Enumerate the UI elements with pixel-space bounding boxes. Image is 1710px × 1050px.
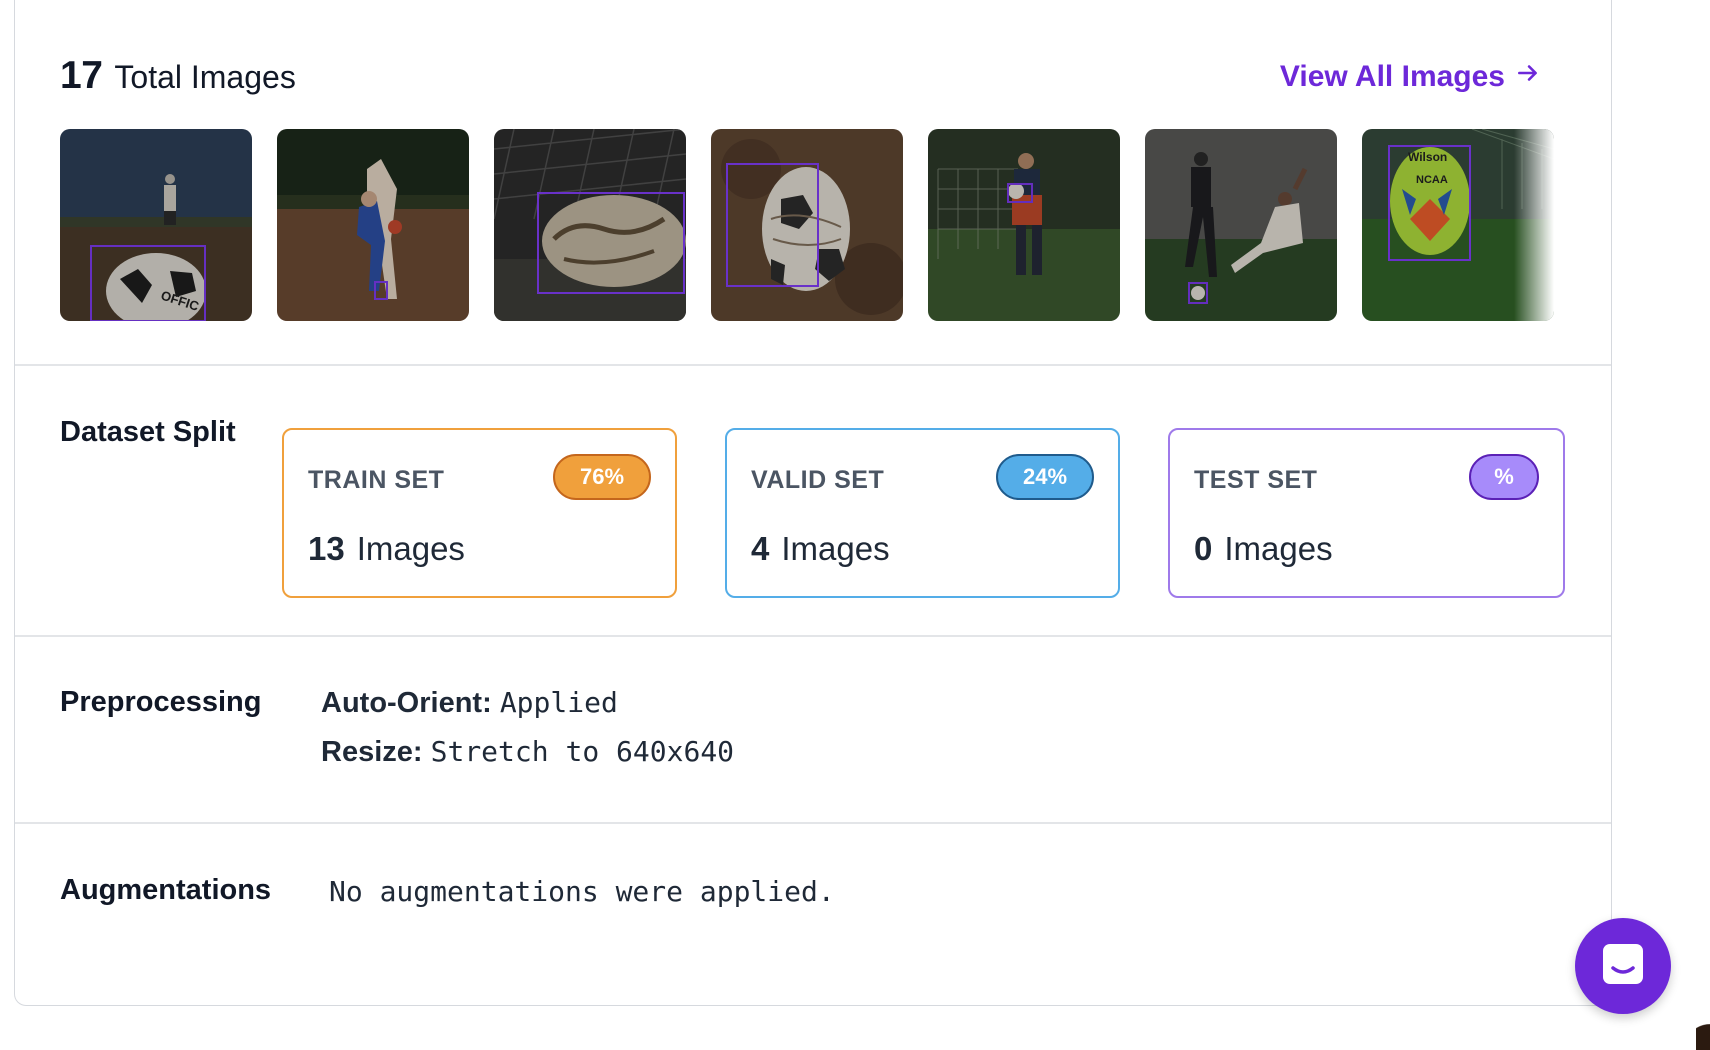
preprocessing-key: Resize:: [321, 736, 423, 768]
valid-set-name: VALID SET: [751, 466, 885, 494]
valid-set-card: VALID SET 24% 4 Images: [725, 428, 1120, 598]
preprocessing-item: Auto-Orient: Applied: [321, 686, 618, 720]
test-set-count-value: 0: [1194, 530, 1213, 567]
augmentations-label: Augmentations: [60, 874, 272, 906]
image-thumbnail-strip: OFFIC: [60, 129, 1554, 321]
train-set-card: TRAIN SET 76% 13 Images: [282, 428, 677, 598]
dataset-version-card: 17 Total Images View All Images OFFIC: [14, 0, 1612, 1006]
valid-set-count-unit: Images: [781, 530, 890, 567]
preprocessing-value: Stretch to 640x640: [430, 735, 735, 768]
thumbnail-image[interactable]: [711, 129, 903, 321]
thumbnail-fade: [1514, 129, 1554, 321]
view-all-images-label: View All Images: [1279, 60, 1505, 93]
thumbnail-image[interactable]: OFFIC: [60, 129, 252, 321]
thumbnail-image[interactable]: [928, 129, 1120, 321]
total-images-count: 17: [60, 54, 103, 97]
valid-set-percent: 24%: [1022, 464, 1068, 489]
total-images-label: Total Images: [114, 59, 296, 95]
test-set-card: TEST SET % 0 Images: [1168, 428, 1565, 598]
train-set-percent-badge: 76%: [553, 454, 651, 500]
preprocessing-value: Applied: [499, 686, 618, 719]
valid-set-count-value: 4: [751, 530, 770, 567]
train-set-name: TRAIN SET: [308, 466, 445, 494]
train-set-count: 13 Images: [308, 530, 465, 568]
arrow-right-icon: [1515, 60, 1541, 94]
test-set-percent: %: [1494, 464, 1514, 489]
preprocessing-key: Auto-Orient:: [321, 687, 492, 719]
divider: [15, 364, 1611, 366]
preprocessing-label: Preprocessing: [60, 686, 262, 718]
chat-icon: [1601, 942, 1645, 991]
divider: [15, 822, 1611, 824]
chat-launcher-button[interactable]: [1575, 918, 1671, 1014]
preprocessing-item: Resize: Stretch to 640x640: [321, 735, 734, 769]
valid-set-count: 4 Images: [751, 530, 890, 568]
thumbnail-image[interactable]: [494, 129, 686, 321]
train-set-percent: 76%: [579, 464, 625, 489]
window-corner: [1696, 1010, 1710, 1050]
total-images-heading: 17 Total Images: [60, 54, 296, 98]
test-set-name: TEST SET: [1194, 466, 1318, 494]
augmentations-text: No augmentations were applied.: [329, 875, 835, 908]
thumbnail-image[interactable]: [1145, 129, 1337, 321]
train-set-count-value: 13: [308, 530, 345, 567]
view-all-images-link[interactable]: View All Images: [1280, 60, 1541, 94]
valid-set-percent-badge: 24%: [996, 454, 1094, 500]
train-set-count-unit: Images: [356, 530, 465, 567]
test-set-count-unit: Images: [1224, 530, 1333, 567]
divider: [15, 635, 1611, 637]
thumbnail-image[interactable]: [277, 129, 469, 321]
dataset-split-label: Dataset Split: [60, 416, 236, 448]
test-set-count: 0 Images: [1194, 530, 1333, 568]
thumbnail-image[interactable]: Wilson NCAA: [1362, 129, 1554, 321]
test-set-percent-badge: %: [1469, 454, 1539, 500]
